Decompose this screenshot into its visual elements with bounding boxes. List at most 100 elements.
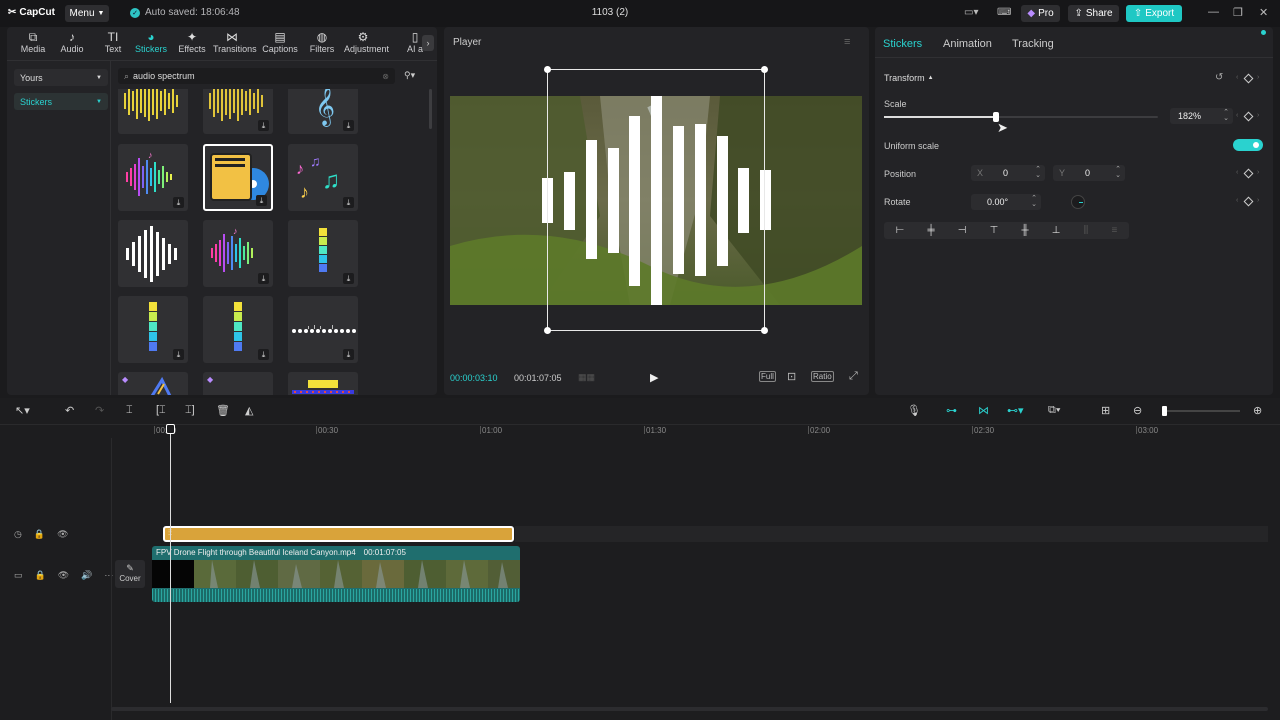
- stepper-icon[interactable]: ⌃ ⌄: [1115, 166, 1121, 179]
- tool-media[interactable]: ⧉ Media: [14, 30, 52, 54]
- rotate-dial[interactable]: [1071, 195, 1085, 209]
- sticker-scrollbar[interactable]: [429, 89, 432, 129]
- sticker-music-note[interactable]: 𝄞 ⤓: [288, 89, 358, 134]
- stepper-icon[interactable]: ⌃ ⌄: [1035, 166, 1041, 179]
- keyframe-icon[interactable]: [1243, 111, 1254, 122]
- download-icon[interactable]: ⤓: [343, 120, 354, 131]
- align-left-icon[interactable]: ⊢: [896, 225, 905, 236]
- next-keyframe-icon[interactable]: ›: [1257, 112, 1259, 119]
- sticker-colorful-notes[interactable]: ♪ ♫ ♫ ♪ ⤓: [288, 144, 358, 211]
- menu-button[interactable]: Menu ▼: [65, 5, 109, 22]
- tab-stickers[interactable]: Stickers: [883, 38, 922, 50]
- export-button[interactable]: ⇧ Export: [1126, 5, 1182, 22]
- stepper-icon[interactable]: ⌃ ⌄: [1031, 195, 1037, 208]
- pro-button[interactable]: ◆ Pro: [1021, 5, 1060, 22]
- playhead-handle[interactable]: [166, 424, 175, 434]
- download-icon[interactable]: ⤓: [258, 349, 269, 360]
- download-icon[interactable]: ⤓: [173, 197, 184, 208]
- speaker-icon[interactable]: 🔊: [81, 570, 92, 581]
- download-icon[interactable]: ⤓: [173, 349, 184, 360]
- uniform-scale-toggle[interactable]: [1233, 139, 1263, 151]
- sticker-spectrum-yellow-2[interactable]: ⤓: [203, 89, 273, 134]
- close-icon[interactable]: ✕: [1259, 6, 1268, 19]
- timecode-format-icon[interactable]: ▦▦: [578, 372, 595, 383]
- stepper-icon[interactable]: ⌃ ⌄: [1223, 109, 1229, 122]
- tab-tracking[interactable]: Tracking: [1012, 38, 1054, 50]
- align-right-icon[interactable]: ⊣: [958, 225, 967, 236]
- align-top-icon[interactable]: ⊤: [990, 225, 999, 236]
- download-icon[interactable]: ⤓: [343, 197, 354, 208]
- tab-animation[interactable]: Animation: [943, 38, 992, 50]
- distribute-v-icon[interactable]: ≡: [1111, 225, 1117, 236]
- player-menu-icon[interactable]: ≡: [844, 36, 850, 48]
- resize-handle-bottom-left[interactable]: [544, 327, 551, 334]
- scale-slider[interactable]: [884, 112, 1158, 122]
- share-button[interactable]: ⇪ Share: [1068, 5, 1119, 22]
- rotate-field[interactable]: 0.00° ⌃ ⌄: [971, 194, 1041, 210]
- download-icon[interactable]: ⤓: [256, 195, 267, 206]
- tool-audio[interactable]: ♪ Audio: [53, 30, 91, 54]
- sticker-pro-2[interactable]: ◆: [203, 372, 273, 395]
- eye-icon[interactable]: 👁: [57, 529, 68, 540]
- sticker-equalizer[interactable]: [288, 372, 358, 395]
- more-icon[interactable]: ···: [104, 570, 113, 581]
- layout-icon[interactable]: ▭▾: [964, 7, 978, 18]
- playhead[interactable]: [170, 427, 171, 703]
- shortcuts-icon[interactable]: ⌨: [997, 7, 1011, 18]
- transform-section-header[interactable]: Transform ▲: [884, 73, 934, 83]
- sticker-pro-1[interactable]: ◆: [118, 372, 188, 395]
- tools-scroll-right-icon[interactable]: ›: [422, 35, 434, 51]
- reset-icon[interactable]: ↺: [1215, 72, 1223, 83]
- sticker-spectrum-neon[interactable]: ♪ ⤓: [118, 144, 188, 211]
- resize-handle-bottom-right[interactable]: [761, 327, 768, 334]
- lock-icon[interactable]: 🔒: [35, 570, 46, 581]
- resize-handle-top-left[interactable]: [544, 66, 551, 73]
- download-icon[interactable]: ⤓: [258, 273, 269, 284]
- download-icon[interactable]: ⤓: [258, 120, 269, 131]
- position-y-field[interactable]: Y 0 ⌃ ⌄: [1053, 165, 1125, 181]
- filter-icon[interactable]: ⚲▾: [404, 70, 415, 81]
- tool-filters[interactable]: ◍ Filters: [303, 30, 341, 54]
- align-bottom-icon[interactable]: ⊥: [1052, 225, 1061, 236]
- resize-handle-top-right[interactable]: [761, 66, 768, 73]
- next-keyframe-icon[interactable]: ›: [1257, 169, 1259, 176]
- sticker-clip[interactable]: ⫶⫶: [163, 526, 514, 542]
- sticker-level-meter[interactable]: ⤓: [288, 220, 358, 287]
- keyframe-icon[interactable]: [1243, 73, 1254, 84]
- position-x-field[interactable]: X 0 ⌃ ⌄: [971, 165, 1045, 181]
- distribute-h-icon[interactable]: ⫼: [1084, 225, 1089, 236]
- play-icon[interactable]: ▶: [650, 371, 658, 384]
- full-quality-button[interactable]: Full: [759, 371, 776, 382]
- tool-transitions[interactable]: ⋈ Transitions: [213, 30, 257, 54]
- restore-icon[interactable]: ❐: [1233, 6, 1243, 19]
- eye-icon[interactable]: 👁: [58, 570, 69, 581]
- prev-keyframe-icon[interactable]: ‹: [1236, 197, 1238, 204]
- fullscreen-icon[interactable]: ⤢: [849, 370, 858, 383]
- prev-keyframe-icon[interactable]: ‹: [1236, 74, 1238, 81]
- scale-value-field[interactable]: 182% ⌃ ⌄: [1170, 108, 1233, 124]
- sticker-spectrum-neon-2[interactable]: ♪ ⤓: [203, 220, 273, 287]
- time-ruler[interactable]: 00:0000:3001:0001:3002:0002:3003:00: [0, 398, 1280, 438]
- sticker-spectrum-yellow[interactable]: [118, 89, 188, 134]
- sidebar-item-stickers[interactable]: Stickers ▼: [14, 93, 108, 110]
- prev-keyframe-icon[interactable]: ‹: [1236, 169, 1238, 176]
- align-center-h-icon[interactable]: ╪: [927, 225, 934, 236]
- sticker-dot-wave[interactable]: ⤓: [288, 296, 358, 363]
- tool-captions[interactable]: ▤ Captions: [261, 30, 299, 54]
- keyframe-icon[interactable]: [1243, 196, 1254, 207]
- next-keyframe-icon[interactable]: ›: [1257, 197, 1259, 204]
- sticker-selection-box[interactable]: [547, 69, 765, 331]
- clear-search-icon[interactable]: ⊗: [382, 72, 389, 81]
- download-icon[interactable]: ⤓: [343, 273, 354, 284]
- lock-icon[interactable]: 🔒: [34, 529, 45, 540]
- keyframe-icon[interactable]: [1243, 168, 1254, 179]
- sticker-level-meter-3[interactable]: ⤓: [203, 296, 273, 363]
- sticker-level-meter-2[interactable]: ⤓: [118, 296, 188, 363]
- download-icon[interactable]: ⤓: [343, 349, 354, 360]
- tool-text[interactable]: TI Text: [94, 30, 132, 54]
- sidebar-item-yours[interactable]: Yours ▼: [14, 69, 108, 86]
- timeline-scrollbar[interactable]: [111, 707, 1268, 711]
- prev-keyframe-icon[interactable]: ‹: [1236, 112, 1238, 119]
- tool-adjustment[interactable]: ⚙ Adjustment: [344, 30, 389, 54]
- video-clip[interactable]: FPV Drone Flight through Beautiful Icela…: [152, 546, 520, 602]
